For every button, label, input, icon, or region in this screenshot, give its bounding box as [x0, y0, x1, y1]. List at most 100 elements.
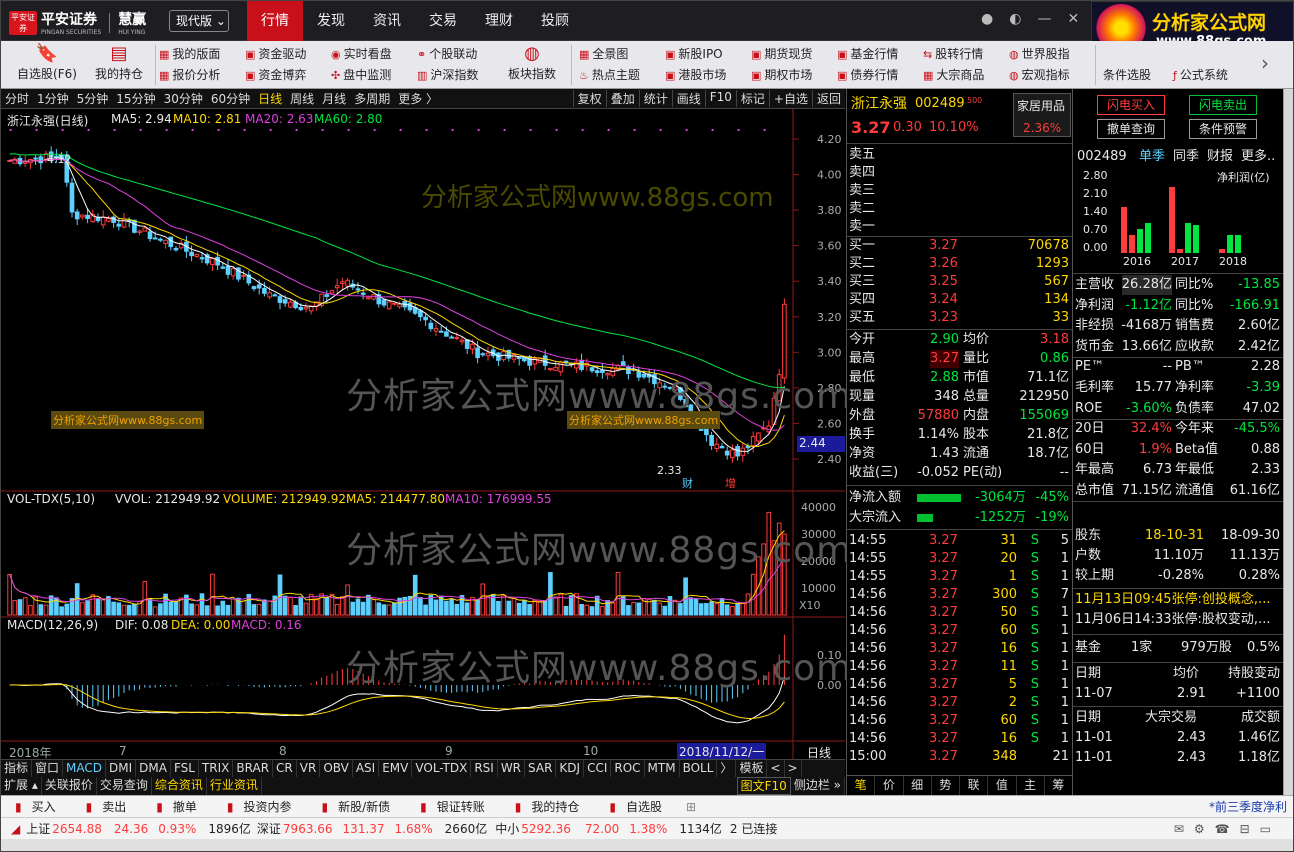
tb-index[interactable]: ▥ 沪深指数: [417, 65, 478, 85]
sector-index-button[interactable]: ◍ 板块指数: [503, 43, 561, 87]
ext-tab-related[interactable]: 关联报价: [42, 777, 97, 795]
period-right-0[interactable]: 复权: [572, 90, 606, 107]
quote-tab-2[interactable]: 细: [904, 776, 932, 795]
nav-faxian[interactable]: 发现: [303, 1, 359, 41]
action-3[interactable]: ▮ 投资内参: [213, 798, 308, 815]
fin-tab-0[interactable]: 单季: [1139, 147, 1165, 167]
news-item[interactable]: 11月06日14:33张停:股权变动,...: [1073, 610, 1284, 630]
finance-marker[interactable]: 财: [682, 475, 693, 491]
tb-hk-market[interactable]: ▣ 港股市场: [665, 65, 726, 85]
plus-icon[interactable]: ⊞: [678, 800, 704, 814]
period-7[interactable]: 周线: [286, 90, 318, 107]
indicator-tab-7[interactable]: BRAR: [233, 760, 274, 777]
indicator-tab-15[interactable]: WR: [498, 760, 526, 777]
indicator-tab-4[interactable]: DMA: [136, 760, 171, 777]
watchlist-button[interactable]: 🔖 自选股(F6): [15, 43, 79, 87]
tb-hot-topic[interactable]: ♨ 热点主题: [579, 65, 640, 85]
sz-index[interactable]: 7963.66: [283, 822, 333, 836]
action-2[interactable]: ▮ 撤单: [142, 798, 213, 815]
ext-tab-expand[interactable]: 扩展 ▴: [1, 777, 42, 795]
skin-icon[interactable]: ◐: [1009, 11, 1021, 27]
action-right[interactable]: *前三季度净利: [1201, 798, 1293, 815]
sidebar-toggle[interactable]: 侧边栏 »: [791, 777, 845, 795]
period-8[interactable]: 月线: [318, 90, 350, 107]
indicator-tab-20[interactable]: MTM: [645, 760, 680, 777]
tb-my-layout[interactable]: ▦ 我的版面: [159, 44, 220, 64]
tb-neeq[interactable]: ⇆ 股转行情: [923, 44, 983, 64]
increase-marker[interactable]: 增: [725, 475, 736, 491]
indicator-tab-0[interactable]: 指标: [1, 760, 33, 777]
version-button[interactable]: 现代版 ⌄: [169, 10, 229, 32]
indicator-tab-16[interactable]: SAR: [525, 760, 557, 777]
action-7[interactable]: ▮ 自选股: [595, 798, 678, 815]
tb-bond[interactable]: ▣ 债券行情: [837, 65, 898, 85]
ext-tab-industry[interactable]: 行业资讯: [207, 777, 262, 795]
zx-index[interactable]: 5292.36: [521, 822, 571, 836]
ext-tab-trade-query[interactable]: 交易查询: [97, 777, 152, 795]
tb-futures[interactable]: ▣ 期货现货: [751, 44, 812, 64]
period-right-6[interactable]: +自选: [768, 90, 812, 107]
tb-monitor[interactable]: ✣ 盘中监测: [331, 65, 391, 85]
tb-commodity[interactable]: ▦ 大宗商品: [923, 65, 984, 85]
indicator-tab-23[interactable]: 模板: [736, 760, 768, 777]
nav-jiaoyi[interactable]: 交易: [415, 1, 471, 41]
toolbar-more-arrow[interactable]: ›: [1261, 53, 1269, 73]
period-6[interactable]: 日线: [254, 90, 286, 107]
indicator-tab-13[interactable]: VOL-TDX: [412, 760, 472, 777]
tb-world-index[interactable]: ◍ 世界股指: [1009, 44, 1070, 64]
tb-panorama[interactable]: ▦ 全景图: [579, 44, 628, 64]
period-1[interactable]: 1分钟: [33, 90, 73, 107]
indicator-tab-12[interactable]: EMV: [379, 760, 413, 777]
tb-options[interactable]: ▣ 期权市场: [751, 65, 812, 85]
quote-tab-7[interactable]: 筹: [1045, 776, 1073, 795]
connection-status[interactable]: 2 已连接: [730, 820, 777, 837]
action-5[interactable]: ▮ 银证转账: [406, 798, 501, 815]
period-right-4[interactable]: F10: [704, 90, 736, 107]
tb-macro[interactable]: ◍ 宏观指标: [1009, 65, 1070, 85]
action-6[interactable]: ▮ 我的持仓: [501, 798, 596, 815]
tb-stock-link[interactable]: ⚭ 个股联动: [417, 44, 477, 64]
period-2[interactable]: 5分钟: [73, 90, 113, 107]
condition-select-button[interactable]: 条件选股: [1103, 65, 1151, 85]
indicator-tab-10[interactable]: OBV: [320, 760, 353, 777]
quote-tab-0[interactable]: 笔: [847, 776, 876, 795]
flash-sell-button[interactable]: 闪电卖出: [1189, 95, 1257, 115]
quote-tab-1[interactable]: 价: [875, 776, 904, 795]
tb-quote-analysis[interactable]: ▦ 报价分析: [159, 65, 220, 85]
chart-area[interactable]: 4.20 4.00 3.80 3.60 3.40 3.20 3.00 2.80 2.60 2.40…: [1, 109, 851, 789]
nav-tougu[interactable]: 投顾: [527, 1, 583, 41]
sh-index[interactable]: 2654.88: [52, 822, 102, 836]
alert-button[interactable]: 条件预警: [1189, 119, 1257, 139]
action-1[interactable]: ▮ 卖出: [72, 798, 143, 815]
indicator-tab-1[interactable]: 窗口: [32, 760, 64, 777]
close-icon[interactable]: ✕: [1067, 11, 1079, 27]
nav-zixun[interactable]: 资讯: [359, 1, 415, 41]
indicator-tab-5[interactable]: FSL: [171, 760, 199, 777]
quote-tab-5[interactable]: 值: [988, 776, 1017, 795]
nav-licai[interactable]: 理财: [471, 1, 527, 41]
flash-buy-button[interactable]: 闪电买入: [1097, 95, 1165, 115]
fin-tab-1[interactable]: 同季: [1173, 147, 1199, 167]
indicator-tab-11[interactable]: ASI: [353, 760, 380, 777]
nav-hangqing[interactable]: 行情: [247, 1, 303, 41]
holdings-button[interactable]: ▤ 我的持仓: [91, 43, 147, 87]
indicator-tab-25[interactable]: >: [785, 760, 802, 777]
fin-tab-2[interactable]: 财报: [1207, 147, 1233, 167]
period-9[interactable]: 多周期: [350, 90, 394, 107]
minimize-icon[interactable]: —: [1037, 11, 1051, 27]
period-5[interactable]: 60分钟: [207, 90, 254, 107]
period-right-5[interactable]: 标记: [735, 90, 769, 107]
period-3[interactable]: 15分钟: [112, 90, 159, 107]
indicator-tab-14[interactable]: RSI: [471, 760, 498, 777]
scrollbar[interactable]: [1283, 89, 1293, 795]
news-item[interactable]: 11月13日09:45张停:创投概念,...: [1073, 590, 1284, 610]
period-right-1[interactable]: 叠加: [605, 90, 639, 107]
period-right-2[interactable]: 统计: [638, 90, 672, 107]
status-icons[interactable]: ✉⚙☎⊟▭: [1174, 822, 1281, 836]
indicator-tab-22[interactable]: 〉: [717, 760, 737, 777]
period-4[interactable]: 30分钟: [160, 90, 207, 107]
indicator-tab-2[interactable]: MACD: [63, 760, 107, 777]
indicator-tab-17[interactable]: KDJ: [556, 760, 585, 777]
tb-formula[interactable]: ƒ 公式系统: [1173, 65, 1228, 85]
indicator-tab-9[interactable]: VR: [297, 760, 321, 777]
